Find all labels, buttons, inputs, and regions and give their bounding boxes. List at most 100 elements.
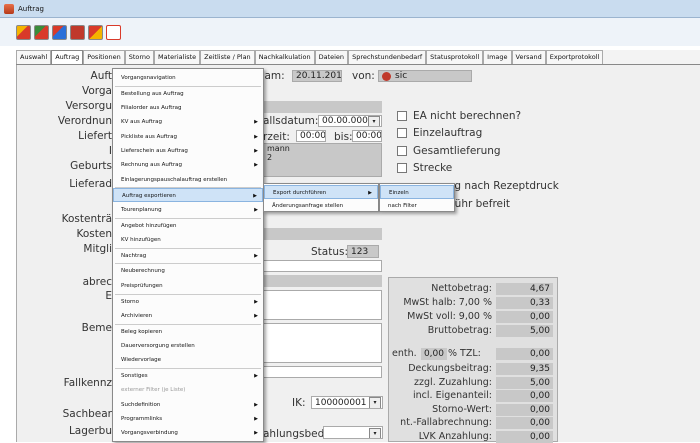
user-icon bbox=[382, 72, 391, 81]
summary-value: 0,33 bbox=[496, 297, 553, 309]
app-icon bbox=[4, 3, 14, 14]
tab-sprechstundenbedarf[interactable]: Sprechstundenbedarf bbox=[348, 50, 427, 64]
hourglass-icon[interactable] bbox=[106, 24, 121, 40]
checkbox-row[interactable]: EA nicht berechnen? bbox=[397, 110, 521, 122]
tab-dateien[interactable]: Dateien bbox=[314, 50, 349, 64]
menu-item-vorgangsverbindung[interactable]: Vorgangsverbindung ▶ bbox=[113, 426, 263, 440]
tab-versand[interactable]: Versand bbox=[511, 50, 546, 64]
menu-item-rechnung-aus-auftrag[interactable]: Rechnung aus Auftrag ▶ bbox=[113, 158, 263, 172]
menu-item-label: Beleg kopieren bbox=[121, 328, 163, 335]
chevron-down-icon[interactable]: ▾ bbox=[369, 428, 381, 438]
ik-field[interactable]: 100000001 ▾ bbox=[311, 396, 383, 409]
e-field[interactable] bbox=[262, 290, 382, 320]
menu-item-storno[interactable]: Storno ▶ bbox=[113, 295, 263, 309]
menu-item-label: KV hinzufügen bbox=[121, 236, 161, 243]
menu-item-label: Dauerversorgung erstellen bbox=[121, 342, 195, 349]
window-title: Auftrag bbox=[18, 4, 44, 13]
tab-zeitliste-plan[interactable]: Zeitliste / Plan bbox=[200, 50, 255, 64]
menu-item-auftrag-exportieren[interactable]: Auftrag exportieren ▶ bbox=[113, 188, 263, 203]
copy-order-icon[interactable] bbox=[34, 24, 49, 40]
submenu-item-export-durchführen[interactable]: Export durchführen ▶ bbox=[264, 185, 378, 199]
checkbox-row[interactable]: Gesamtlieferung bbox=[397, 145, 501, 157]
checkbox[interactable] bbox=[397, 146, 407, 156]
menu-item-suchdefinition[interactable]: Suchdefinition ▶ bbox=[113, 398, 263, 412]
menu-item-archivieren[interactable]: Archivieren ▶ bbox=[113, 309, 263, 323]
menu-item-dauerversorgung-erstellen[interactable]: Dauerversorgung erstellen bbox=[113, 339, 263, 353]
submenu-arrow-icon: ▶ bbox=[254, 162, 258, 169]
fallsdatum-field[interactable]: 00.00.0000 ▾ bbox=[318, 115, 382, 127]
submenu-item-änderungsanfrage-stellen[interactable]: Änderungsanfrage stellen bbox=[264, 199, 378, 213]
menu-item-preispr-fungen[interactable]: Preisprüfungen bbox=[113, 279, 263, 293]
tab-auftrag[interactable]: Auftrag bbox=[51, 50, 84, 64]
menu-item-beleg-kopieren[interactable]: Beleg kopieren bbox=[113, 325, 263, 339]
chevron-down-icon[interactable]: ▾ bbox=[368, 116, 380, 126]
tab-positionen[interactable]: Positionen bbox=[83, 50, 125, 64]
menu-item-sonstiges[interactable]: Sonstiges ▶ bbox=[113, 369, 263, 383]
menu-item-neuberechnung[interactable]: Neuberechnung bbox=[113, 264, 263, 278]
tab-statusprotokoll[interactable]: Statusprotokoll bbox=[426, 50, 484, 64]
checkbox-row[interactable]: bühr befreit bbox=[448, 198, 510, 210]
tab-exportprotokoll[interactable]: Exportprotokoll bbox=[545, 50, 604, 64]
kostentraeger-field[interactable] bbox=[262, 228, 382, 240]
menu-item-bestellung-aus-auftrag[interactable]: Bestellung aus Auftrag bbox=[113, 87, 263, 101]
form-label: Geburts bbox=[70, 160, 112, 172]
chevron-down-icon[interactable]: ▾ bbox=[369, 397, 381, 408]
summary-label: MwSt voll: 9,00 % bbox=[407, 311, 492, 322]
document-icon[interactable] bbox=[70, 24, 85, 40]
window-title-bar: Auftrag bbox=[0, 0, 700, 18]
menu-item-angebot-hinzuf-gen[interactable]: Angebot hinzufügen bbox=[113, 219, 263, 233]
menu-item-kv-hinzuf-gen[interactable]: KV hinzufügen bbox=[113, 233, 263, 247]
menu-item-lieferschein-aus-auftrag[interactable]: Lieferschein aus Auftrag ▶ bbox=[113, 144, 263, 158]
date-field[interactable]: 20.11.2018 bbox=[292, 70, 342, 82]
tzl-percent-field[interactable]: 0,00 bbox=[421, 348, 447, 360]
menu-item-vorgangsnavigation[interactable]: Vorgangsnavigation bbox=[113, 71, 263, 85]
zahlungsbed-label: ahlungsbed. bbox=[263, 428, 328, 440]
address-field[interactable]: mann 2 bbox=[262, 143, 382, 177]
menu-item-label: Auftrag exportieren bbox=[122, 193, 176, 200]
tab-materialiste[interactable]: Materialiste bbox=[154, 50, 201, 64]
menu-item-einlagerungspauschalauftrag-erstellen[interactable]: Einlagerungspauschalauftrag erstellen bbox=[113, 173, 263, 187]
checkbox[interactable] bbox=[397, 128, 407, 138]
report-icon[interactable] bbox=[88, 24, 103, 40]
checkbox-label: ag nach Rezeptdruck bbox=[448, 180, 559, 192]
submenu-item-nach-filter[interactable]: nach Filter bbox=[380, 199, 454, 213]
checkbox-row[interactable]: Strecke bbox=[397, 162, 452, 174]
von-field[interactable]: sic bbox=[378, 70, 472, 82]
mitglied-field[interactable] bbox=[262, 260, 382, 272]
menu-item-nachtrag[interactable]: Nachtrag ▶ bbox=[113, 249, 263, 263]
zeit-from-field[interactable]: 00:00 bbox=[296, 130, 326, 142]
tab-storno[interactable]: Storno bbox=[124, 50, 155, 64]
tab-nachkalkulation[interactable]: Nachkalkulation bbox=[254, 50, 315, 64]
menu-item-label: Preisprüfungen bbox=[121, 282, 163, 289]
summary-label: zzgl. Zuzahlung: bbox=[414, 376, 492, 388]
zahlungsbed-field[interactable]: ▾ bbox=[323, 426, 383, 439]
menu-item-wiedervorlage[interactable]: Wiedervorlage bbox=[113, 353, 263, 367]
menu-item-programmlinks[interactable]: Programmlinks ▶ bbox=[113, 412, 263, 426]
summary-value: 5,00 bbox=[496, 325, 553, 337]
fallkennz-field[interactable] bbox=[262, 366, 382, 378]
checkbox[interactable] bbox=[397, 111, 407, 121]
abrechnung-field[interactable] bbox=[262, 275, 382, 287]
menu-item-tourenplanung[interactable]: Tourenplanung ▶ bbox=[113, 203, 263, 217]
new-order-icon[interactable] bbox=[16, 24, 31, 40]
zeit-to-field[interactable]: 00:00 bbox=[352, 130, 382, 142]
menu-item-pickliste-aus-auftrag[interactable]: Pickliste aus Auftrag ▶ bbox=[113, 130, 263, 144]
menu-item-label: Angebot hinzufügen bbox=[121, 222, 177, 229]
export-submenu: Export durchführen ▶ Änderungsanfrage stel… bbox=[263, 183, 379, 212]
form-label: Versorgu bbox=[65, 100, 113, 112]
submenu-arrow-icon: ▶ bbox=[254, 312, 258, 319]
submenu-item-einzeln[interactable]: Einzeln bbox=[380, 185, 454, 199]
summary-value: 0,00 bbox=[496, 430, 553, 443]
checkbox[interactable] bbox=[397, 163, 407, 173]
checkbox-row[interactable]: ag nach Rezeptdruck bbox=[448, 180, 559, 192]
submenu-arrow-icon: ▶ bbox=[254, 430, 258, 437]
bemerkung-field[interactable] bbox=[262, 323, 382, 363]
transfer-icon[interactable] bbox=[52, 24, 67, 40]
tab-image[interactable]: Image bbox=[483, 50, 512, 64]
status-field[interactable]: 123 bbox=[347, 245, 379, 258]
menu-item-kv-aus-auftrag[interactable]: KV aus Auftrag ▶ bbox=[113, 115, 263, 129]
tab-auswahl[interactable]: Auswahl bbox=[16, 50, 52, 64]
menu-item-filialorder-aus-auftrag[interactable]: Filialorder aus Auftrag bbox=[113, 101, 263, 115]
checkbox-row[interactable]: Einzelauftrag bbox=[397, 127, 482, 139]
form-label: Fallkennz bbox=[63, 377, 112, 389]
